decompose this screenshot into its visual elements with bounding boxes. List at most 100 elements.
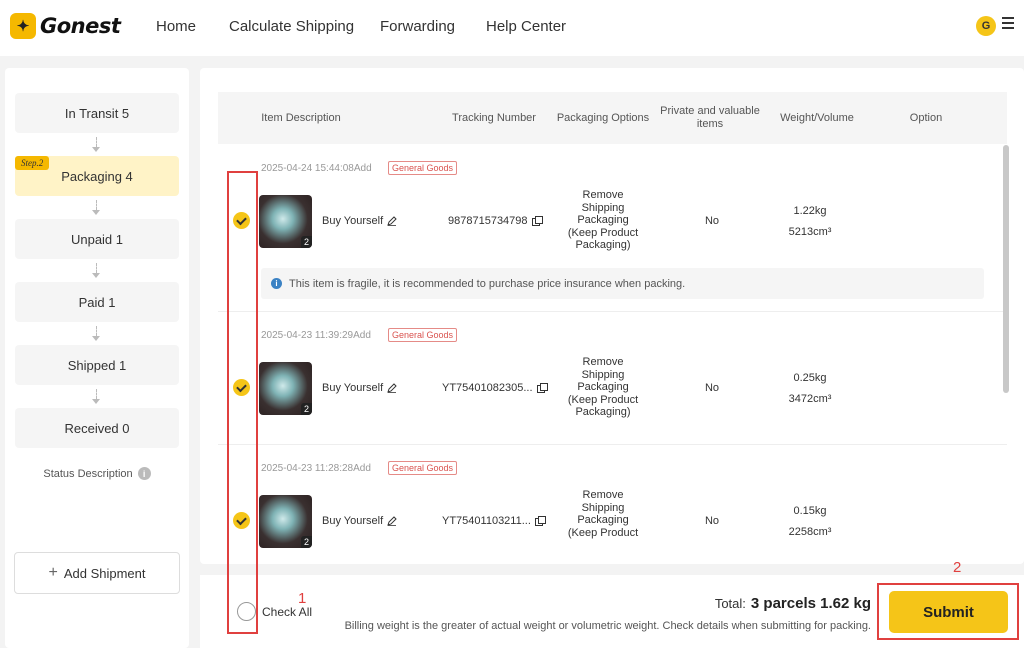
header-weight-volume: Weight/Volume [780,111,854,124]
tracking-value: 9878715734798 [448,215,528,227]
nav-help-center[interactable]: Help Center [486,18,566,35]
table-row: 2025-04-23 11:28:28Add General Goods 2 B… [218,457,1007,564]
table-row: 2025-04-24 15:44:08Add General Goods 2 B… [218,157,1007,307]
edit-icon[interactable] [387,216,397,226]
tracking-number: YT75401103211... [442,515,546,527]
brand-logo[interactable]: ✦ Gonest [10,13,121,39]
step-label: Unpaid 1 [70,231,124,247]
annotation-box-submit [877,583,1019,640]
buy-label: Buy Yourself [322,515,384,527]
add-shipment-button[interactable]: + Add Shipment [14,552,180,594]
total-value: 3 parcels 1.62 kg [750,595,871,612]
annotation-number-1: 1 [298,590,307,607]
total-summary: Total: 3 parcels 1.62 kg [715,595,871,612]
weight-volume: 0.15kg 2258cm³ [780,501,840,543]
table-scrollbar[interactable] [1003,145,1009,393]
buy-label: Buy Yourself [322,215,384,227]
private-valuable-value: No [704,515,720,527]
step-packaging[interactable]: Step.2 Packaging 4 [15,156,179,196]
volume-value: 5213cm³ [788,226,832,238]
step-received[interactable]: Received 0 [15,408,179,448]
nav-forwarding[interactable]: Forwarding [380,18,455,35]
status-description-label: Status Description [43,467,133,480]
table-row: 2025-04-23 11:39:29Add General Goods 2 B… [218,324,1007,444]
annotation-number-2: 2 [953,559,962,576]
category-badge: General Goods [388,461,458,475]
hamburger-menu-icon[interactable] [1002,17,1014,32]
weight-volume: 1.22kg 5213cm³ [780,201,840,243]
tracking-number: YT75401082305... [442,382,548,394]
step-connector [96,389,97,399]
top-navigation-bar: ✦ Gonest Home Calculate Shipping Forward… [0,0,1024,56]
bird-logo-icon: ✦ [10,13,36,39]
user-avatar[interactable]: G [976,16,996,36]
buy-label: Buy Yourself [322,382,384,394]
added-date: 2025-04-24 15:44:08Add [261,163,372,174]
copy-icon[interactable] [531,216,543,226]
header-option: Option [909,111,943,124]
row-divider [218,311,1007,312]
header-tracking-number: Tracking Number [452,111,536,124]
added-date: 2025-04-23 11:28:28Add [261,463,371,474]
notice-text: This item is fragile, it is recommended … [289,277,686,290]
volume-value: 3472cm³ [788,393,832,405]
product-thumbnail[interactable]: 2 [259,495,312,548]
volume-value: 2258cm³ [788,526,832,538]
tracking-number: 9878715734798 [448,215,543,227]
status-description[interactable]: Status Description i [5,467,189,480]
fragile-notice: i This item is fragile, it is recommende… [261,268,984,299]
billing-note: Billing weight is the greater of actual … [344,620,871,632]
step-connector [96,200,97,210]
weight-value: 0.15kg [793,505,827,517]
add-shipment-label: Add Shipment [63,565,146,581]
down-arrow-icon [92,210,100,215]
step-paid[interactable]: Paid 1 [15,282,179,322]
product-thumbnail[interactable]: 2 [259,195,312,248]
step-in-transit[interactable]: In Transit 5 [15,93,179,133]
check-all-label[interactable]: Check All [262,605,312,619]
edit-icon[interactable] [387,516,397,526]
plus-icon: + [48,564,58,581]
quantity-badge: 2 [300,536,312,548]
nav-home[interactable]: Home [156,18,196,35]
category-badge: General Goods [388,328,458,342]
info-icon[interactable]: i [137,467,151,480]
parcel-table-panel: Item Description Tracking Number Packagi… [200,68,1024,564]
step-shipped[interactable]: Shipped 1 [15,345,179,385]
copy-icon[interactable] [536,383,548,393]
annotation-box-checkboxes [227,171,258,634]
step-tag: Step.2 [15,156,50,170]
copy-icon[interactable] [534,516,546,526]
edit-icon[interactable] [387,383,397,393]
down-arrow-icon [92,336,100,341]
nav-calculate-shipping[interactable]: Calculate Shipping [229,18,354,35]
header-packaging-options: Packaging Options [556,111,650,124]
step-label: In Transit 5 [64,105,130,121]
step-unpaid[interactable]: Unpaid 1 [15,219,179,259]
buy-yourself[interactable]: Buy Yourself [322,382,397,394]
buy-yourself[interactable]: Buy Yourself [322,215,397,227]
header-private-valuable: Private and valuable items [660,105,760,130]
packaging-option: Remove Shipping Packaging (Keep Product … [567,189,639,251]
weight-value: 1.22kg [793,205,827,217]
brand-name: Gonest [40,14,121,38]
packaging-option: Remove Shipping Packaging (Keep Product [567,489,639,539]
down-arrow-icon [92,399,100,404]
tracking-value: YT75401082305... [442,382,533,394]
quantity-badge: 2 [300,403,312,415]
down-arrow-icon [92,147,100,152]
weight-value: 0.25kg [793,372,827,384]
step-connector [96,137,97,147]
info-icon: i [271,278,282,289]
step-label: Paid 1 [78,294,116,310]
step-label: Received 0 [64,420,130,436]
private-valuable-value: No [704,382,720,394]
step-connector [96,263,97,273]
total-label: Total: [714,596,746,611]
step-connector [96,326,97,336]
tracking-value: YT75401103211... [442,515,531,527]
buy-yourself[interactable]: Buy Yourself [322,515,397,527]
weight-volume: 0.25kg 3472cm³ [780,368,840,410]
down-arrow-icon [92,273,100,278]
product-thumbnail[interactable]: 2 [259,362,312,415]
